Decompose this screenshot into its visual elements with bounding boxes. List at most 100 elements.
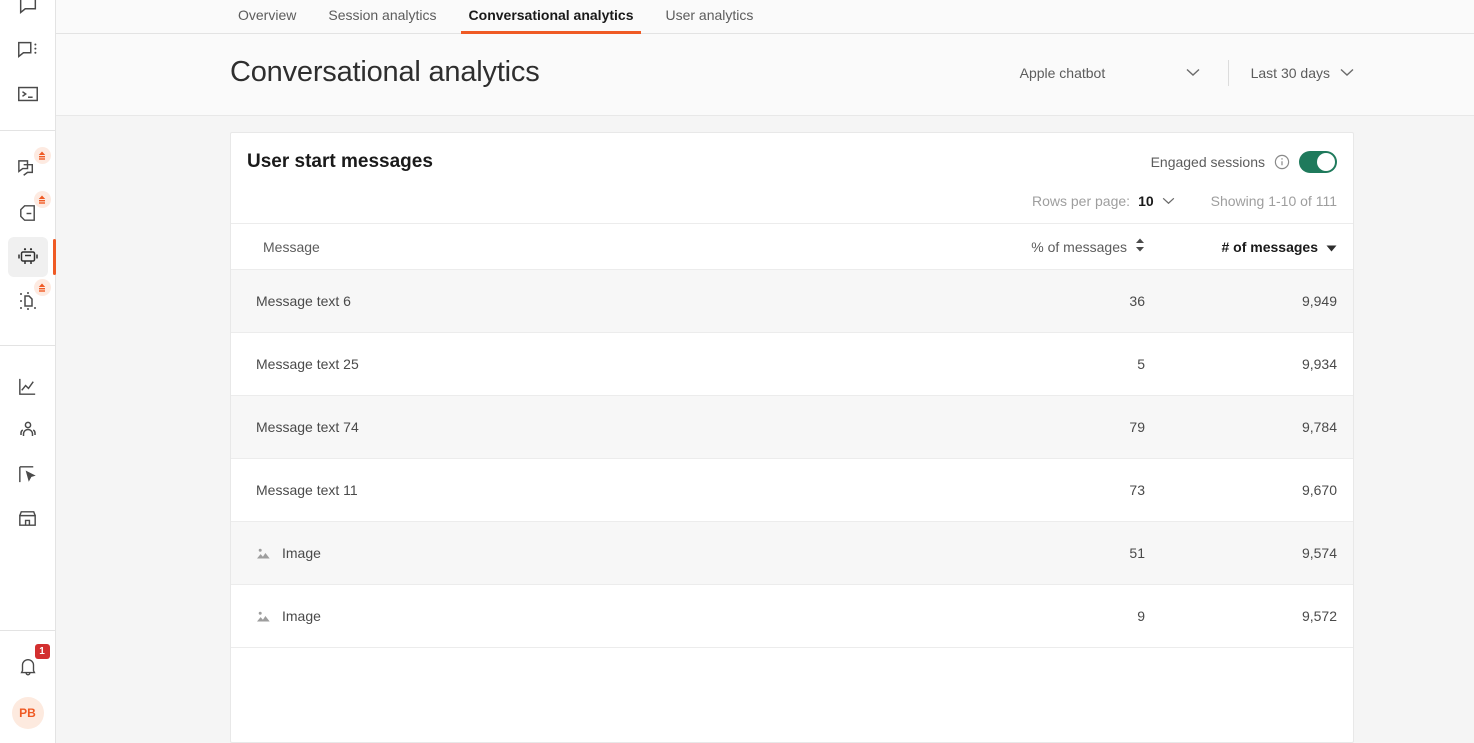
bot-selector-value: Apple chatbot: [1020, 65, 1106, 81]
engaged-sessions-label: Engaged sessions: [1151, 154, 1265, 170]
content-area: User start messages Engaged sessions: [56, 116, 1474, 743]
column-header-message[interactable]: Message: [231, 224, 943, 270]
cell-percent: 79: [943, 396, 1153, 459]
table-row[interactable]: Message text 11 73 9,670: [231, 459, 1353, 522]
message-label: Message text 11: [256, 482, 358, 498]
sidebar-item-broadcasts[interactable]: [8, 193, 48, 233]
date-range-selector[interactable]: Last 30 days: [1251, 65, 1354, 81]
tab-user-analytics[interactable]: User analytics: [649, 7, 769, 33]
sidebar-item-conversations[interactable]: [8, 30, 48, 70]
column-header-percent[interactable]: % of messages: [943, 224, 1153, 270]
tab-overview[interactable]: Overview: [230, 7, 312, 33]
sidebar-item-audience[interactable]: [8, 410, 48, 450]
column-header-message-label: Message: [263, 239, 320, 255]
sidebar-top-group: [0, 0, 55, 116]
engaged-sessions-control: Engaged sessions: [1151, 151, 1337, 173]
message-content: Image: [256, 608, 943, 624]
storefront-icon: [16, 507, 39, 530]
message-content: Message text 6: [256, 293, 943, 309]
table-row[interactable]: Message text 6 36 9,949: [231, 270, 1353, 333]
sidebar-bottom-group: [0, 364, 55, 540]
cell-count: 9,784: [1153, 396, 1353, 459]
app-root: 1 PB Overview Session analytics Conversa…: [0, 0, 1474, 743]
table-row[interactable]: Message text 74 79 9,784: [231, 396, 1353, 459]
column-header-percent-label: % of messages: [1031, 239, 1127, 255]
sidebar-item-analytics[interactable]: [8, 366, 48, 406]
upgrade-badge-icon: [34, 191, 51, 208]
upgrade-badge-icon: [34, 279, 51, 296]
message-label: Image: [282, 545, 321, 561]
table-row[interactable]: Message text 25 5 9,934: [231, 333, 1353, 396]
chat-bubble-icon: [17, 0, 39, 17]
message-label: Image: [282, 608, 321, 624]
message-content: Message text 11: [256, 482, 943, 498]
column-header-count-inner: # of messages: [1222, 239, 1338, 255]
showing-range-label: Showing 1-10 of 111: [1211, 193, 1337, 209]
bot-selector[interactable]: Apple chatbot: [1020, 65, 1206, 81]
image-icon: [256, 547, 271, 560]
cell-percent: 73: [943, 459, 1153, 522]
column-header-count-label: # of messages: [1222, 239, 1319, 255]
table-row[interactable]: Image 9 9,572: [231, 585, 1353, 648]
tab-bar: Overview Session analytics Conversationa…: [56, 0, 1474, 34]
header-separator: [1228, 60, 1229, 86]
console-icon: [16, 83, 40, 105]
sidebar-mid-group: [0, 147, 55, 323]
cell-message: Message text 11: [231, 459, 943, 522]
sidebar-item-chatbots[interactable]: [8, 237, 48, 277]
cell-count: 9,949: [1153, 270, 1353, 333]
message-content: Message text 25: [256, 356, 943, 372]
message-label: Message text 6: [256, 293, 351, 309]
date-range-value: Last 30 days: [1251, 65, 1330, 81]
sidebar-item-store[interactable]: [8, 498, 48, 538]
sidebar-item-notifications[interactable]: 1: [8, 647, 48, 687]
toggle-knob: [1317, 153, 1335, 171]
tab-conversational-analytics[interactable]: Conversational analytics: [453, 7, 650, 33]
chevron-down-icon: [1186, 68, 1200, 77]
sidebar-item-console[interactable]: [8, 74, 48, 114]
card-title: User start messages: [247, 151, 433, 173]
message-label: Message text 74: [256, 419, 359, 435]
cell-count: 9,934: [1153, 333, 1353, 396]
bot-icon: [16, 245, 40, 269]
sidebar-item-chat[interactable]: [8, 0, 48, 26]
message-label: Message text 25: [256, 356, 359, 372]
tab-session-analytics[interactable]: Session analytics: [312, 7, 452, 33]
chevron-down-icon: [1340, 68, 1354, 77]
main-area: Overview Session analytics Conversationa…: [56, 0, 1474, 743]
chevron-down-icon[interactable]: [1162, 197, 1175, 205]
cell-message: Image: [231, 522, 943, 585]
table-body: Message text 6 36 9,949 Message text 25: [231, 270, 1353, 648]
column-header-percent-inner: % of messages: [1031, 238, 1145, 255]
notification-count-badge: 1: [35, 644, 50, 659]
table-toolbar: Rows per page: 10 Showing 1-10 of 111: [231, 173, 1353, 223]
bell-icon: [17, 656, 39, 678]
table-head: Message % of messages: [231, 224, 1353, 270]
cell-count: 9,574: [1153, 522, 1353, 585]
message-content: Message text 74: [256, 419, 943, 435]
cell-percent: 36: [943, 270, 1153, 333]
cell-message: Image: [231, 585, 943, 648]
sidebar-item-flows[interactable]: [8, 149, 48, 189]
info-icon[interactable]: [1274, 154, 1290, 170]
audience-icon: [16, 418, 40, 442]
page-title: Conversational analytics: [230, 56, 540, 89]
left-sidebar: 1 PB: [0, 0, 56, 743]
sidebar-item-campaigns[interactable]: [8, 454, 48, 494]
rows-per-page-value[interactable]: 10: [1138, 193, 1154, 209]
column-header-count[interactable]: # of messages: [1153, 224, 1353, 270]
page-header: Conversational analytics Apple chatbot L…: [56, 34, 1474, 116]
sidebar-item-ai-agents[interactable]: [8, 281, 48, 321]
rows-per-page-label: Rows per page:: [1032, 193, 1130, 209]
avatar[interactable]: PB: [12, 697, 44, 729]
header-controls: Apple chatbot Last 30 days: [1020, 60, 1354, 86]
cell-count: 9,572: [1153, 585, 1353, 648]
table-row[interactable]: Image 51 9,574: [231, 522, 1353, 585]
engaged-sessions-toggle[interactable]: [1299, 151, 1337, 173]
active-indicator-bar: [53, 239, 56, 275]
cell-message: Message text 25: [231, 333, 943, 396]
sort-both-icon: [1135, 238, 1145, 255]
topbar: Overview Session analytics Conversationa…: [56, 0, 1474, 116]
sidebar-divider-1: [0, 130, 55, 131]
image-icon: [256, 610, 271, 623]
